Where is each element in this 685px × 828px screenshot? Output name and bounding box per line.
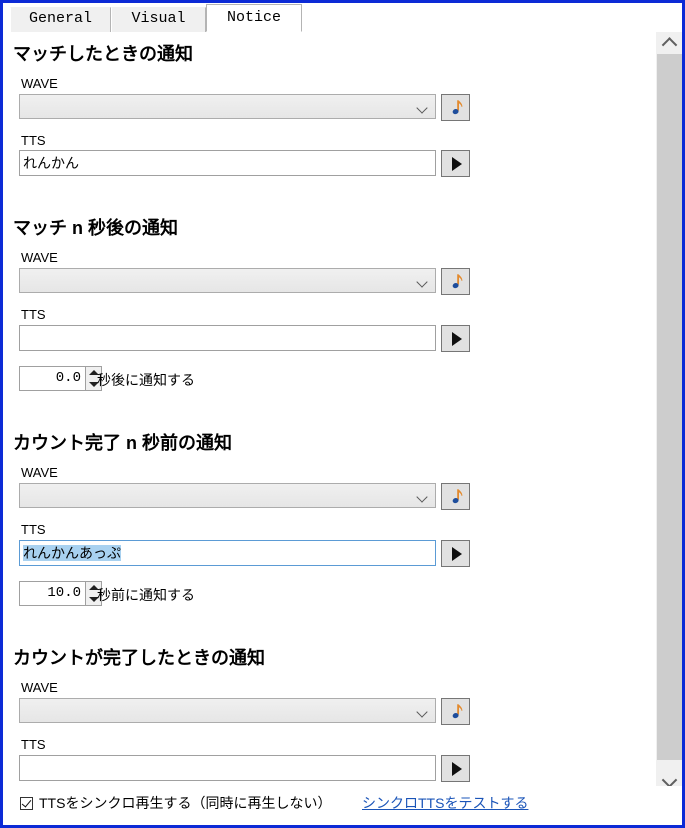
tab-general-label: General <box>28 10 92 27</box>
wave-combobox-on-match[interactable] <box>19 94 436 119</box>
sync-playback-label: TTSをシンクロ再生する（同時に再生しない） <box>39 795 332 811</box>
section-heading-count-completed: カウントが完了したときの通知 <box>13 648 265 668</box>
music-note-icon <box>452 489 463 504</box>
chevron-down-icon <box>416 102 428 114</box>
tts-input-value-n-sec-before-count-end: れんかんあっぷ <box>23 545 121 561</box>
play-icon <box>451 546 462 561</box>
checkbox-checked-icon[interactable] <box>20 796 33 810</box>
tts-input-value-on-match: れんかん <box>23 155 79 171</box>
section-heading-on-match: マッチしたときの通知 <box>13 44 193 64</box>
tab-visual-label: Visual <box>131 10 186 27</box>
lead-spinner-value-n-sec-before-count-end[interactable]: 10.0 <box>19 581 85 606</box>
tts-label-count-completed: TTS <box>21 737 46 752</box>
play-icon <box>451 761 462 776</box>
tts-label-n-sec-before-count-end: TTS <box>21 522 46 537</box>
wave-preview-button-count-completed[interactable] <box>441 698 470 725</box>
tts-play-button-count-completed[interactable] <box>441 755 470 782</box>
sync-playback-checkbox[interactable]: TTSをシンクロ再生する（同時に再生しない） <box>20 793 331 813</box>
chevron-down-icon <box>416 491 428 503</box>
tab-general[interactable]: General <box>10 7 111 32</box>
wave-label-n-sec-before-count-end: WAVE <box>21 465 58 480</box>
music-note-icon <box>452 100 463 115</box>
lead-spinner-suffix-n-sec-before-count-end: 秒前に通知する <box>97 587 195 603</box>
check-mark-icon <box>21 796 32 808</box>
tts-play-button-n-sec-before-count-end[interactable] <box>441 540 470 567</box>
vertical-scrollbar[interactable] <box>655 32 682 792</box>
delay-spinner-suffix-n-sec-after-match: 秒後に通知する <box>97 372 195 388</box>
wave-combobox-n-sec-before-count-end[interactable] <box>19 483 436 508</box>
tts-play-button-n-sec-after-match[interactable] <box>441 325 470 352</box>
bottom-bar: TTSをシンクロ再生する（同時に再生しない） シンクロTTSをテストする <box>6 786 682 822</box>
section-heading-n-sec-after-match: マッチ n 秒後の通知 <box>13 218 178 238</box>
scrollbar-thumb[interactable] <box>657 54 682 760</box>
chevron-down-icon <box>416 276 428 288</box>
play-icon <box>451 156 462 171</box>
tab-notice[interactable]: Notice <box>206 4 302 32</box>
tts-label-on-match: TTS <box>21 133 46 148</box>
wave-preview-button-n-sec-before-count-end[interactable] <box>441 483 470 510</box>
wave-label-on-match: WAVE <box>21 76 58 91</box>
tts-label-n-sec-after-match: TTS <box>21 307 46 322</box>
section-heading-n-sec-before-count-end: カウント完了 n 秒前の通知 <box>13 433 232 453</box>
delay-spinner-value-n-sec-after-match[interactable]: 0.0 <box>19 366 85 391</box>
tab-visual[interactable]: Visual <box>111 7 206 32</box>
tab-strip: General Visual Notice <box>3 3 682 32</box>
wave-preview-button-on-match[interactable] <box>441 94 470 121</box>
scrollbar-up-button[interactable] <box>656 32 682 54</box>
tts-input-count-completed[interactable] <box>19 755 436 781</box>
music-note-icon <box>452 274 463 289</box>
tts-input-n-sec-before-count-end[interactable]: れんかんあっぷ <box>19 540 436 566</box>
wave-combobox-count-completed[interactable] <box>19 698 436 723</box>
wave-preview-button-n-sec-after-match[interactable] <box>441 268 470 295</box>
tab-notice-label: Notice <box>226 9 281 26</box>
notice-settings-scroll-area: マッチしたときの通知 WAVE TTS れんかん マッチ n 秒後の通知 WAV… <box>3 32 655 792</box>
settings-window: General Visual Notice マッチしたときの通知 WAVE TT… <box>0 0 685 828</box>
tts-input-n-sec-after-match[interactable] <box>19 325 436 351</box>
music-note-icon <box>452 704 463 719</box>
wave-combobox-n-sec-after-match[interactable] <box>19 268 436 293</box>
play-icon <box>451 331 462 346</box>
wave-label-count-completed: WAVE <box>21 680 58 695</box>
chevron-down-icon <box>416 706 428 718</box>
wave-label-n-sec-after-match: WAVE <box>21 250 58 265</box>
tts-input-on-match[interactable]: れんかん <box>19 150 436 176</box>
chevron-up-icon <box>661 36 677 53</box>
sync-tts-test-link[interactable]: シンクロTTSをテストする <box>362 793 528 813</box>
tts-play-button-on-match[interactable] <box>441 150 470 177</box>
